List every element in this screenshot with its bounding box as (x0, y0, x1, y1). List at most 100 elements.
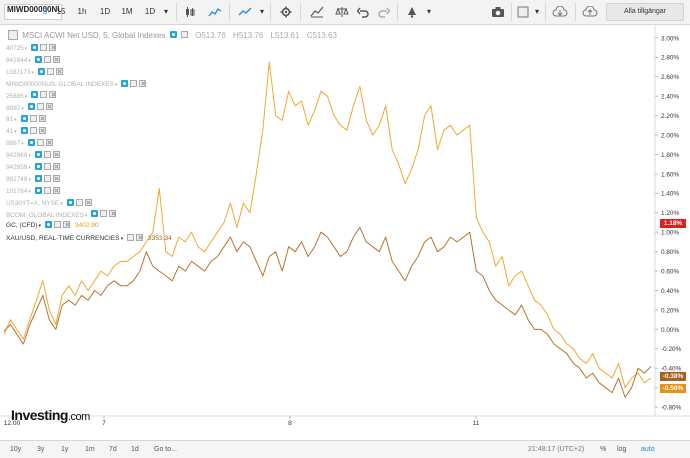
layout-dropdown-icon[interactable]: ▾ (532, 2, 542, 22)
close-icon[interactable] (38, 115, 46, 123)
toolbar-divider (397, 3, 398, 21)
range-7d[interactable]: 7d (109, 444, 117, 456)
legend-row-xau: XAU/USD, REAL-TIME CURRENCIES▾ 3353.34 (6, 233, 172, 242)
eye-icon[interactable] (34, 150, 42, 158)
interval-dropdown-icon[interactable]: ▾ (160, 2, 172, 22)
settings-icon[interactable] (43, 186, 51, 194)
close-icon[interactable] (52, 55, 60, 63)
range-10y[interactable]: 10y (10, 444, 21, 456)
interval-1h[interactable]: 1h (74, 2, 90, 22)
undo-icon[interactable] (354, 2, 372, 22)
xau-label: XAU/USD, REAL-TIME CURRENCIES (6, 235, 120, 242)
eye-icon[interactable] (20, 115, 28, 123)
settings-icon[interactable] (36, 139, 44, 146)
interval-5[interactable]: 5 (38, 2, 52, 22)
percent-toggle[interactable]: % (600, 444, 606, 456)
interval-15[interactable]: 15 (54, 2, 68, 22)
range-1y[interactable]: 1y (61, 444, 68, 456)
line-chart-icon[interactable] (204, 2, 226, 22)
y-tick-label: 1.00% (661, 230, 679, 237)
settings-icon[interactable] (127, 233, 135, 241)
chart-style-dropdown-icon[interactable]: ▾ (257, 2, 267, 22)
eye-icon[interactable] (45, 220, 53, 228)
eye-icon[interactable] (27, 139, 35, 146)
candles-icon[interactable] (180, 2, 200, 22)
compare-scale-icon[interactable] (332, 2, 352, 22)
chart-toolbar: MIWD00000NUS 5 15 1h 1D 1M 1D ▾ ▾ ▾ ▾ (0, 0, 690, 25)
auto-toggle[interactable]: auto (641, 444, 655, 456)
close-icon[interactable] (52, 174, 60, 182)
eye-icon[interactable] (31, 91, 39, 99)
settings-icon[interactable] (54, 220, 62, 228)
indicators-icon[interactable] (306, 2, 328, 22)
eye-icon[interactable] (91, 210, 99, 218)
hidden-series-label: 1187173 (6, 68, 31, 76)
close-icon[interactable] (49, 91, 57, 99)
eye-icon[interactable] (37, 67, 45, 75)
settings-icon[interactable] (36, 103, 44, 111)
eye-icon[interactable] (34, 186, 42, 194)
close-icon[interactable] (49, 43, 57, 51)
interval-1d-alt[interactable]: 1D (142, 2, 158, 22)
settings-icon[interactable] (29, 115, 37, 123)
close-icon[interactable] (84, 198, 92, 206)
y-tick-label: 0.20% (661, 307, 679, 314)
legend-hidden-row: 992749▾ (6, 174, 60, 185)
settings-icon[interactable] (130, 79, 138, 87)
layout-icon[interactable] (515, 2, 531, 22)
close-icon[interactable] (55, 67, 63, 75)
range-1m[interactable]: 1m (85, 444, 95, 456)
eye-icon[interactable] (121, 79, 129, 87)
settings-icon[interactable] (43, 55, 51, 63)
gear-icon[interactable] (276, 2, 296, 22)
eye-icon[interactable] (20, 127, 28, 135)
range-1d[interactable]: 1d (131, 444, 139, 456)
camera-icon[interactable] (488, 2, 508, 22)
settings-icon[interactable] (43, 174, 51, 182)
hidden-series-label: 942959 (6, 164, 28, 171)
close-icon[interactable] (45, 139, 53, 146)
eye-icon[interactable] (27, 103, 35, 111)
settings-icon[interactable] (43, 150, 51, 158)
close-icon[interactable] (45, 103, 53, 111)
settings-icon[interactable] (180, 31, 188, 39)
legend-collapse-icon[interactable] (8, 29, 18, 40)
range-3y[interactable]: 3y (37, 444, 44, 456)
interval-1m[interactable]: 1M (118, 2, 136, 22)
y-tick-label: 0.60% (661, 268, 679, 275)
alert-dropdown-icon[interactable]: ▾ (424, 2, 434, 22)
settings-icon[interactable] (40, 43, 48, 51)
eye-icon[interactable] (169, 31, 177, 39)
log-toggle[interactable]: log (617, 444, 626, 456)
account-button[interactable]: Alla tillgängar (606, 3, 684, 21)
settings-icon[interactable] (75, 198, 83, 206)
eye-icon[interactable] (34, 174, 42, 182)
close-icon[interactable] (52, 186, 60, 194)
hidden-series-label: 942944 (6, 56, 28, 64)
settings-icon[interactable] (46, 67, 54, 75)
interval-1d[interactable]: 1D (97, 2, 113, 22)
settings-icon[interactable] (43, 162, 51, 170)
close-icon[interactable] (38, 127, 46, 135)
chart-style-icon[interactable] (234, 2, 256, 22)
settings-icon[interactable] (40, 91, 48, 99)
eye-icon[interactable] (34, 55, 42, 63)
eye-icon[interactable] (34, 162, 42, 170)
close-icon[interactable] (52, 162, 60, 170)
cloud-save-icon[interactable] (579, 2, 601, 22)
eye-icon[interactable] (31, 43, 39, 51)
eye-icon[interactable] (66, 198, 74, 206)
close-icon[interactable] (52, 150, 60, 158)
close-icon[interactable] (139, 79, 147, 87)
alert-icon[interactable] (402, 2, 422, 22)
legend-hidden-row: 942944▾ (6, 55, 60, 66)
series-line-gc (3, 61, 652, 389)
close-icon[interactable] (63, 220, 71, 228)
close-icon[interactable] (109, 210, 117, 218)
close-icon[interactable] (136, 233, 144, 241)
settings-icon[interactable] (29, 127, 37, 135)
cloud-load-icon[interactable] (549, 2, 571, 22)
redo-icon[interactable] (375, 2, 393, 22)
goto-button[interactable]: Go to... (154, 444, 177, 456)
settings-icon[interactable] (100, 210, 108, 218)
